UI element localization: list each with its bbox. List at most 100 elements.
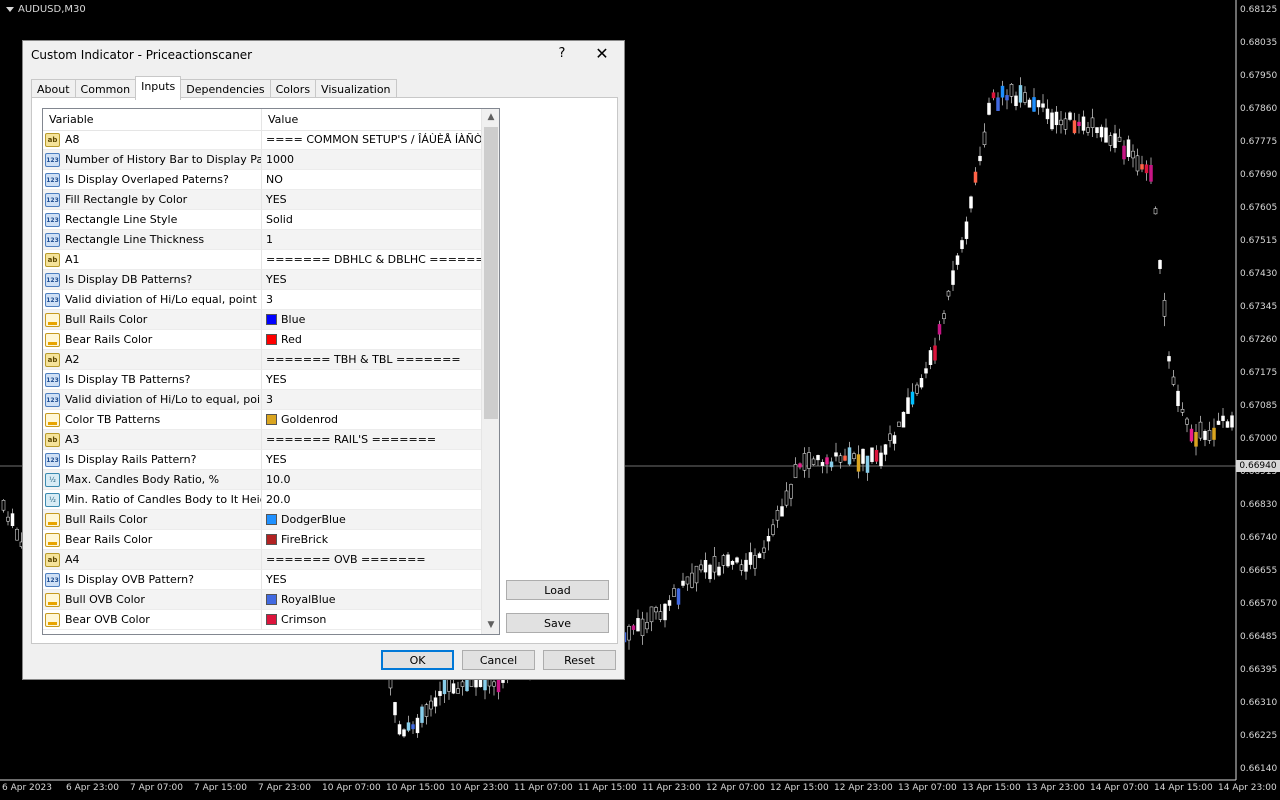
input-row[interactable]: Bull OVB Color RoyalBlue xyxy=(43,590,481,610)
input-row[interactable]: Bull Rails Color DodgerBlue xyxy=(43,510,481,530)
y-tick-label: 0.67605 xyxy=(1240,203,1278,213)
value-cell[interactable]: ======= TBH & TBL ======= xyxy=(262,350,481,370)
color-swatch[interactable] xyxy=(266,334,277,345)
value-text: ======= TBH & TBL ======= xyxy=(266,353,461,366)
value-cell[interactable]: Blue xyxy=(262,310,481,330)
candle-body xyxy=(1023,92,1027,103)
input-row[interactable]: 123 Is Display Rails Pattern? YES xyxy=(43,450,481,470)
scroll-down-icon[interactable]: ▼ xyxy=(482,617,499,634)
input-row[interactable]: Bear Rails Color FireBrick xyxy=(43,530,481,550)
input-row[interactable]: 123 Valid diviation of Hi/Lo equal, point… xyxy=(43,290,481,310)
value-cell[interactable]: 20.0 xyxy=(262,490,481,510)
color-swatch[interactable] xyxy=(266,314,277,325)
input-row[interactable]: Bear Rails Color Red xyxy=(43,330,481,350)
input-row[interactable]: 123 Number of History Bar to Display Patt… xyxy=(43,150,481,170)
value-cell[interactable]: YES xyxy=(262,570,481,590)
column-header-value[interactable]: Value xyxy=(262,109,481,130)
y-tick-label: 0.66655 xyxy=(1240,566,1278,576)
x-tick-label: 12 Apr 07:00 xyxy=(706,783,765,793)
color-swatch[interactable] xyxy=(266,534,277,545)
value-cell[interactable]: YES xyxy=(262,270,481,290)
reset-button[interactable]: Reset xyxy=(543,650,616,670)
candle-body xyxy=(1009,84,1014,97)
column-header-variable[interactable]: Variable xyxy=(43,109,262,130)
input-row[interactable]: 123 Is Display Overlaped Paterns? NO xyxy=(43,170,481,190)
value-cell[interactable]: RoyalBlue xyxy=(262,590,481,610)
tab-inputs[interactable]: Inputs xyxy=(135,76,182,100)
variable-name: Bull OVB Color xyxy=(65,593,145,606)
candle-body xyxy=(1189,428,1194,442)
value-cell[interactable]: 3 xyxy=(262,290,481,310)
value-cell[interactable]: DodgerBlue xyxy=(262,510,481,530)
cancel-button[interactable]: Cancel xyxy=(462,650,535,670)
input-row[interactable]: Color TB Patterns Goldenrod xyxy=(43,410,481,430)
candle-body xyxy=(1108,135,1113,146)
input-row[interactable]: ab A1 ======= DBHLC & DBLHC ======= xyxy=(43,250,481,270)
input-row[interactable]: ab A2 ======= TBH & TBL ======= xyxy=(43,350,481,370)
scroll-up-icon[interactable]: ▲ xyxy=(482,109,499,126)
grid-scrollbar[interactable]: ▲ ▼ xyxy=(481,109,499,634)
value-cell[interactable]: Red xyxy=(262,330,481,350)
candle-body xyxy=(856,454,861,472)
value-cell[interactable]: YES xyxy=(262,190,481,210)
value-cell[interactable]: 1000 xyxy=(262,150,481,170)
input-row[interactable]: ab A3 ======= RAIL'S ======= xyxy=(43,430,481,450)
value-cell[interactable]: FireBrick xyxy=(262,530,481,550)
input-row[interactable]: 123 Rectangle Line Thickness 1 xyxy=(43,230,481,250)
dropdown-triangle-icon[interactable] xyxy=(6,7,14,12)
value-cell[interactable]: 1 xyxy=(262,230,481,250)
value-cell[interactable]: Goldenrod xyxy=(262,410,481,430)
variable-cell: 123 Is Display DB Patterns? xyxy=(43,270,262,290)
value-cell[interactable]: ======= DBHLC & DBLHC ======= xyxy=(262,250,481,270)
value-cell[interactable]: 10.0 xyxy=(262,470,481,490)
value-cell[interactable]: ======= RAIL'S ======= xyxy=(262,430,481,450)
input-row[interactable]: ½ Max. Candles Body Ratio, % 10.0 xyxy=(43,470,481,490)
candle-body xyxy=(667,600,672,606)
input-row[interactable]: Bear OVB Color Crimson xyxy=(43,610,481,630)
scrollbar-thumb[interactable] xyxy=(484,127,498,419)
input-row[interactable]: Bull Rails Color Blue xyxy=(43,310,481,330)
input-row[interactable]: ½ Min. Ratio of Candles Body to It Height… xyxy=(43,490,481,510)
color-swatch[interactable] xyxy=(266,514,277,525)
candle-body xyxy=(420,706,424,723)
input-row[interactable]: 123 Is Display TB Patterns? YES xyxy=(43,370,481,390)
value-cell[interactable]: NO xyxy=(262,170,481,190)
value-cell[interactable]: ======= OVB ======= xyxy=(262,550,481,570)
value-text: ==== COMMON SETUP'S / ÎÁÙÈÅ ÍÀÑÒ... xyxy=(266,133,481,146)
input-row[interactable]: ab A8 ==== COMMON SETUP'S / ÎÁÙÈÅ ÍÀÑÒ... xyxy=(43,130,481,150)
load-button[interactable]: Load xyxy=(506,580,609,600)
variable-cell: ab A2 xyxy=(43,350,262,370)
input-row[interactable]: 123 Is Display DB Patterns? YES xyxy=(43,270,481,290)
color-swatch[interactable] xyxy=(266,414,277,425)
candle-body xyxy=(1014,95,1018,106)
candle-body xyxy=(1225,421,1230,428)
variable-cell: 123 Is Display OVB Pattern? xyxy=(43,570,262,590)
value-cell[interactable]: YES xyxy=(262,450,481,470)
input-row[interactable]: 123 Rectangle Line Style Solid xyxy=(43,210,481,230)
color-swatch[interactable] xyxy=(266,614,277,625)
input-row[interactable]: 123 Valid diviation of Hi/Lo to equal, po… xyxy=(43,390,481,410)
ok-button[interactable]: OK xyxy=(381,650,454,670)
value-cell[interactable]: Crimson xyxy=(262,610,481,630)
value-text: Solid xyxy=(266,213,293,226)
input-row[interactable]: ab A4 ======= OVB ======= xyxy=(43,550,481,570)
value-cell[interactable]: 3 xyxy=(262,390,481,410)
y-tick-label: 0.66740 xyxy=(1240,533,1278,543)
candle-body xyxy=(1032,97,1036,112)
candle-body xyxy=(492,681,496,687)
candle-body xyxy=(798,463,802,468)
value-text: RoyalBlue xyxy=(281,593,336,606)
value-cell[interactable]: YES xyxy=(262,370,481,390)
y-tick-label: 0.67775 xyxy=(1240,137,1278,147)
input-row[interactable]: 123 Is Display OVB Pattern? YES xyxy=(43,570,481,590)
color-swatch[interactable] xyxy=(266,594,277,605)
value-cell[interactable]: ==== COMMON SETUP'S / ÎÁÙÈÅ ÍÀÑÒ... xyxy=(262,130,481,150)
save-button[interactable]: Save xyxy=(506,613,609,633)
input-row[interactable]: 123 Fill Rectangle by Color YES xyxy=(43,190,481,210)
inputs-rows: ab A8 ==== COMMON SETUP'S / ÎÁÙÈÅ ÍÀÑÒ... 1… xyxy=(43,130,481,630)
value-cell[interactable]: Solid xyxy=(262,210,481,230)
string-type-icon: ab xyxy=(45,432,60,447)
integer-type-icon: 123 xyxy=(45,172,60,187)
help-button[interactable]: ? xyxy=(553,46,571,61)
close-icon[interactable]: ✕ xyxy=(591,44,613,64)
